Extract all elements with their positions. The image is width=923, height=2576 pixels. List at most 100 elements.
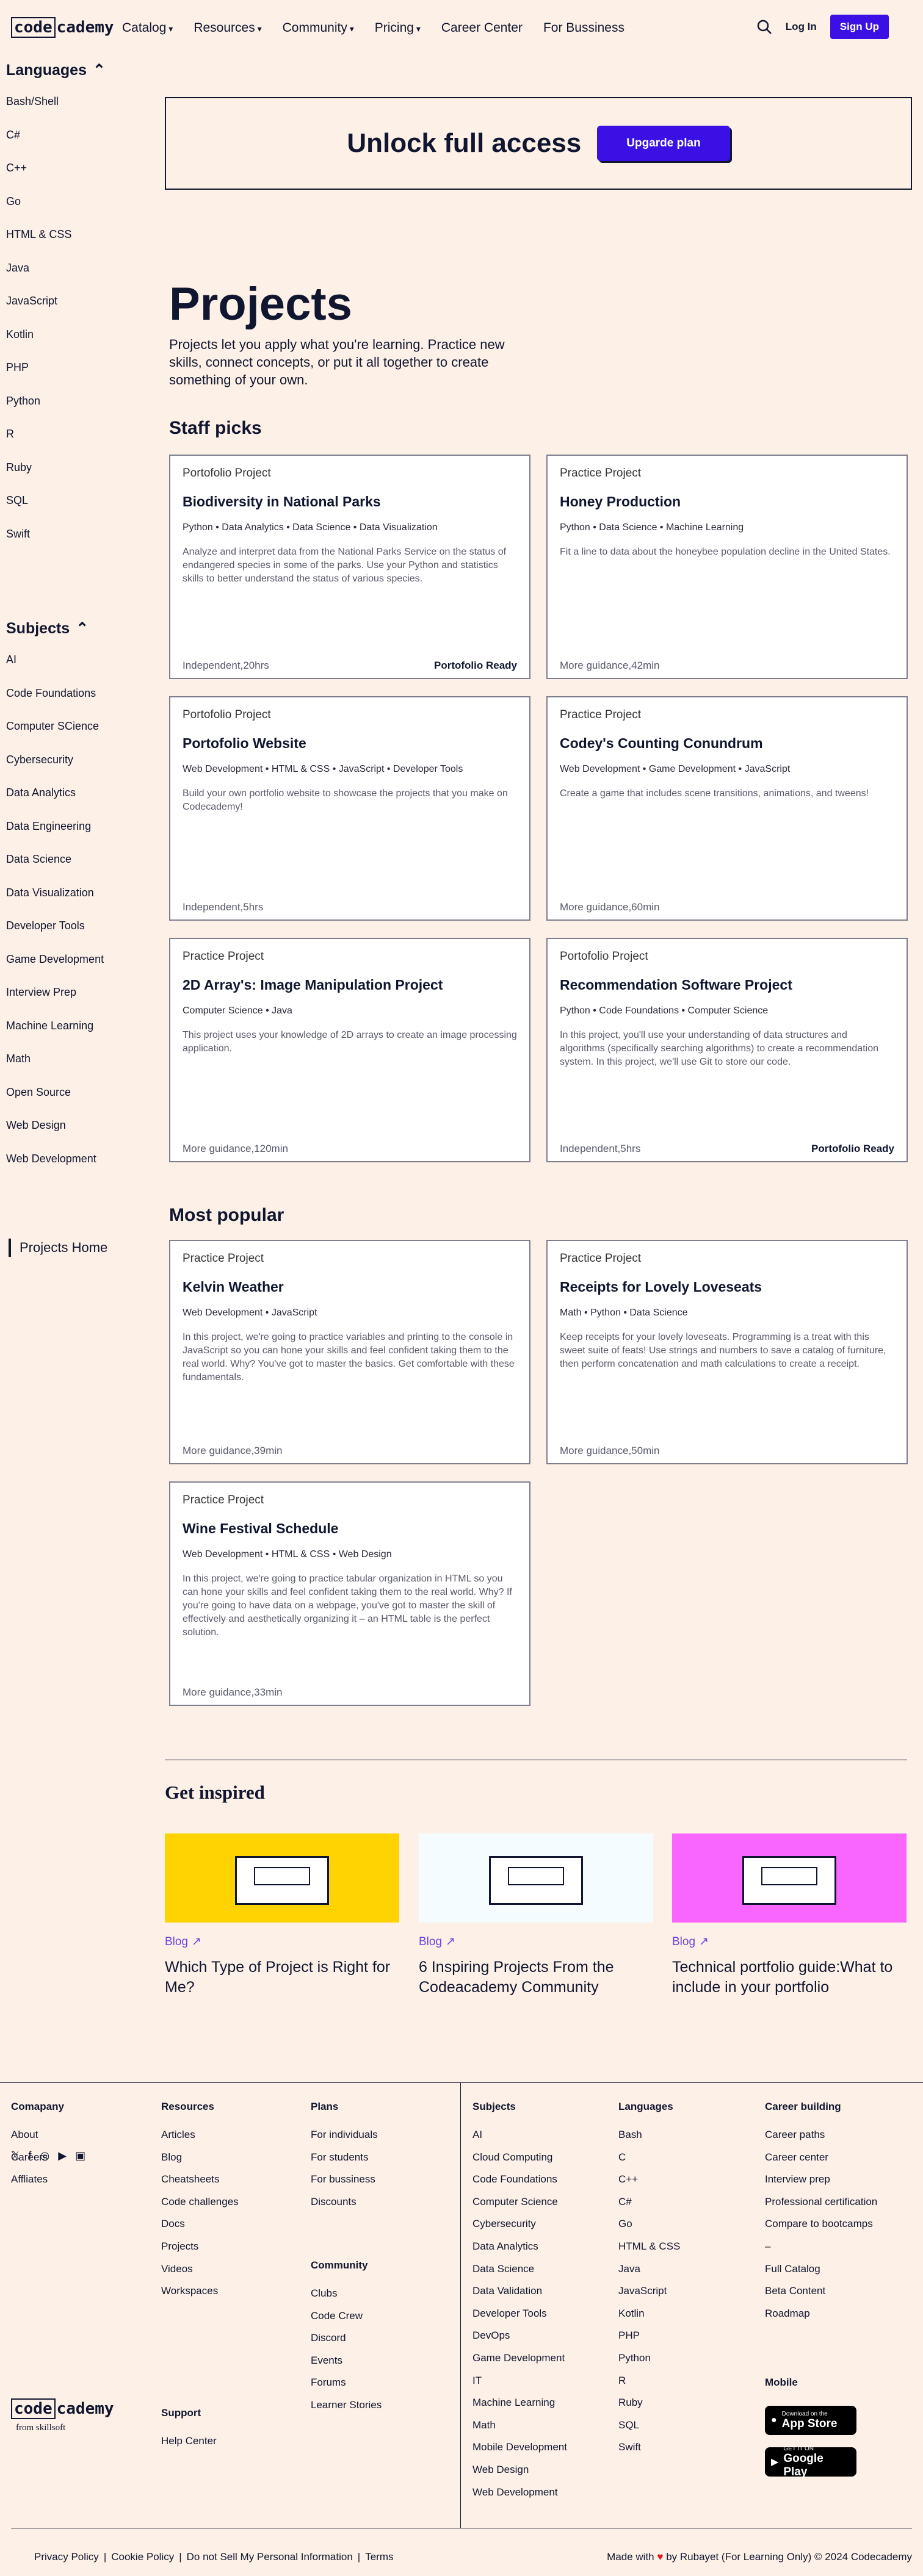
- footer-link[interactable]: Data Validation: [472, 2285, 567, 2308]
- footer-link[interactable]: Interview prep: [765, 2173, 877, 2196]
- footer-link[interactable]: Java: [618, 2263, 680, 2286]
- footer-link[interactable]: Help Center: [161, 2435, 217, 2458]
- footer-link[interactable]: JavaScript: [618, 2285, 680, 2308]
- legal-link[interactable]: Cookie Policy: [111, 2551, 174, 2563]
- upgrade-plan-button[interactable]: Upgarde plan: [597, 126, 730, 161]
- sidebar-subject-item[interactable]: Code Foundations: [6, 687, 153, 721]
- legal-link[interactable]: Terms: [365, 2551, 393, 2563]
- inspired-card[interactable]: Blog ↗ Technical portfolio guide:What to i…: [672, 1833, 907, 1998]
- inspired-title[interactable]: 6 Inspiring Projects From the Codeacadem…: [419, 1957, 653, 1998]
- footer-link[interactable]: Mobile Development: [472, 2441, 567, 2464]
- sidebar-language-item[interactable]: Python: [6, 395, 153, 428]
- inspired-image[interactable]: [419, 1833, 653, 1923]
- footer-link[interactable]: C: [618, 2151, 680, 2174]
- footer-link[interactable]: HTML & CSS: [618, 2240, 680, 2263]
- nav-link-2[interactable]: Community ▾: [283, 21, 354, 35]
- blog-label[interactable]: Blog ↗: [165, 1935, 399, 1949]
- footer-link[interactable]: Code challenges: [161, 2196, 239, 2218]
- blog-label[interactable]: Blog ↗: [672, 1935, 907, 1949]
- sidebar-subject-item[interactable]: Math: [6, 1052, 153, 1086]
- footer-link[interactable]: Docs: [161, 2218, 239, 2240]
- sidebar-subject-item[interactable]: Open Source: [6, 1086, 153, 1120]
- footer-link[interactable]: Web Design: [472, 2464, 567, 2486]
- footer-link[interactable]: Cloud Computing: [472, 2151, 567, 2174]
- sidebar-subject-item[interactable]: Developer Tools: [6, 919, 153, 953]
- project-card[interactable]: Practice Project 2D Array's: Image Manipu…: [169, 938, 530, 1162]
- project-card[interactable]: Practice Project Kelvin Weather Web Develo…: [169, 1240, 530, 1464]
- footer-link[interactable]: Go: [618, 2218, 680, 2240]
- footer-link[interactable]: Data Science: [472, 2263, 567, 2286]
- sidebar-language-item[interactable]: PHP: [6, 361, 153, 395]
- footer-link[interactable]: Learner Stories: [311, 2399, 382, 2422]
- sidebar-language-item[interactable]: Swift: [6, 528, 153, 561]
- sidebar-language-item[interactable]: C#: [6, 129, 153, 162]
- sidebar-subject-item[interactable]: Cybersecurity: [6, 754, 153, 787]
- footer-link[interactable]: AI: [472, 2129, 567, 2151]
- footer-link[interactable]: Articles: [161, 2129, 239, 2151]
- sidebar-language-item[interactable]: Go: [6, 195, 153, 229]
- inspired-title[interactable]: Technical portfolio guide:What to includ…: [672, 1957, 907, 1998]
- login-link[interactable]: Log In: [786, 21, 817, 33]
- footer-link[interactable]: Affliates: [11, 2173, 64, 2196]
- footer-link[interactable]: C#: [618, 2196, 680, 2218]
- footer-link[interactable]: For students: [311, 2151, 378, 2174]
- footer-link[interactable]: Videos: [161, 2263, 239, 2286]
- nav-link-3[interactable]: Pricing ▾: [375, 21, 421, 35]
- footer-link[interactable]: R: [618, 2375, 680, 2397]
- app-store-badge[interactable]: ● Download on the App Store: [765, 2406, 856, 2435]
- projects-home-link[interactable]: Projects Home: [9, 1239, 107, 1257]
- legal-link[interactable]: Do not Sell My Personal Information: [187, 2551, 353, 2563]
- footer-link[interactable]: Compare to bootcamps: [765, 2218, 877, 2240]
- footer-link[interactable]: Discounts: [311, 2196, 378, 2218]
- sidebar-language-item[interactable]: Bash/Shell: [6, 95, 153, 129]
- sidebar-subject-item[interactable]: Interview Prep: [6, 986, 153, 1020]
- footer-link[interactable]: Clubs: [311, 2287, 382, 2310]
- footer-link[interactable]: Developer Tools: [472, 2308, 567, 2330]
- google-play-badge[interactable]: ▶ GET IT ON Google Play: [765, 2445, 856, 2478]
- sidebar-language-item[interactable]: C++: [6, 162, 153, 195]
- footer-link[interactable]: Cybersecurity: [472, 2218, 567, 2240]
- nav-link-0[interactable]: Catalog ▾: [122, 21, 173, 35]
- project-card[interactable]: Portofolio Project Recommendation Softwar…: [546, 938, 908, 1162]
- sidebar-language-item[interactable]: Ruby: [6, 461, 153, 495]
- footer-link[interactable]: Ruby: [618, 2397, 680, 2419]
- sidebar-subject-item[interactable]: Data Visualization: [6, 887, 153, 920]
- footer-link[interactable]: Full Catalog: [765, 2263, 877, 2286]
- project-card[interactable]: Practice Project Honey Production Python •…: [546, 455, 908, 679]
- footer-link[interactable]: Career center: [765, 2151, 877, 2174]
- project-card[interactable]: Practice Project Codey's Counting Conundr…: [546, 696, 908, 921]
- sidebar-language-item[interactable]: Kotlin: [6, 328, 153, 362]
- nav-link-4[interactable]: Career Center: [441, 21, 523, 35]
- sidebar-language-item[interactable]: SQL: [6, 494, 153, 528]
- footer-link[interactable]: Math: [472, 2419, 567, 2442]
- blog-label[interactable]: Blog ↗: [419, 1935, 653, 1949]
- x-icon[interactable]: 𝕏: [11, 2150, 20, 2162]
- sidebar-subject-item[interactable]: Web Design: [6, 1119, 153, 1153]
- footer-link[interactable]: Kotlin: [618, 2308, 680, 2330]
- sidebar-subject-item[interactable]: Machine Learning: [6, 1020, 153, 1053]
- footer-link[interactable]: Roadmap: [765, 2308, 877, 2330]
- footer-link[interactable]: SQL: [618, 2419, 680, 2442]
- sidebar-subject-item[interactable]: Data Science: [6, 853, 153, 887]
- footer-link[interactable]: For individuals: [311, 2129, 378, 2151]
- footer-link[interactable]: Events: [311, 2355, 382, 2377]
- youtube-icon[interactable]: ▶: [58, 2150, 67, 2162]
- footer-link[interactable]: Forums: [311, 2376, 382, 2399]
- footer-link[interactable]: Data Analytics: [472, 2240, 567, 2263]
- footer-link[interactable]: C++: [618, 2173, 680, 2196]
- footer-link[interactable]: About: [11, 2129, 64, 2151]
- footer-link[interactable]: PHP: [618, 2330, 680, 2352]
- footer-link[interactable]: Code Crew: [311, 2310, 382, 2333]
- sidebar-subject-item[interactable]: Web Development: [6, 1153, 153, 1186]
- footer-link[interactable]: Code Foundations: [472, 2173, 567, 2196]
- footer-link[interactable]: Workspaces: [161, 2285, 239, 2308]
- sidebar-language-item[interactable]: R: [6, 428, 153, 461]
- languages-heading[interactable]: Languages ⌃: [6, 61, 153, 79]
- footer-link[interactable]: Beta Content: [765, 2285, 877, 2308]
- sidebar-subject-item[interactable]: AI: [6, 653, 153, 687]
- footer-link[interactable]: Machine Learning: [472, 2397, 567, 2419]
- footer-link[interactable]: IT: [472, 2375, 567, 2397]
- footer-link[interactable]: Career paths: [765, 2129, 877, 2151]
- inspired-card[interactable]: Blog ↗ 6 Inspiring Projects From the Codea…: [419, 1833, 653, 1998]
- project-card[interactable]: Portofolio Project Portofolio Website Web …: [169, 696, 530, 921]
